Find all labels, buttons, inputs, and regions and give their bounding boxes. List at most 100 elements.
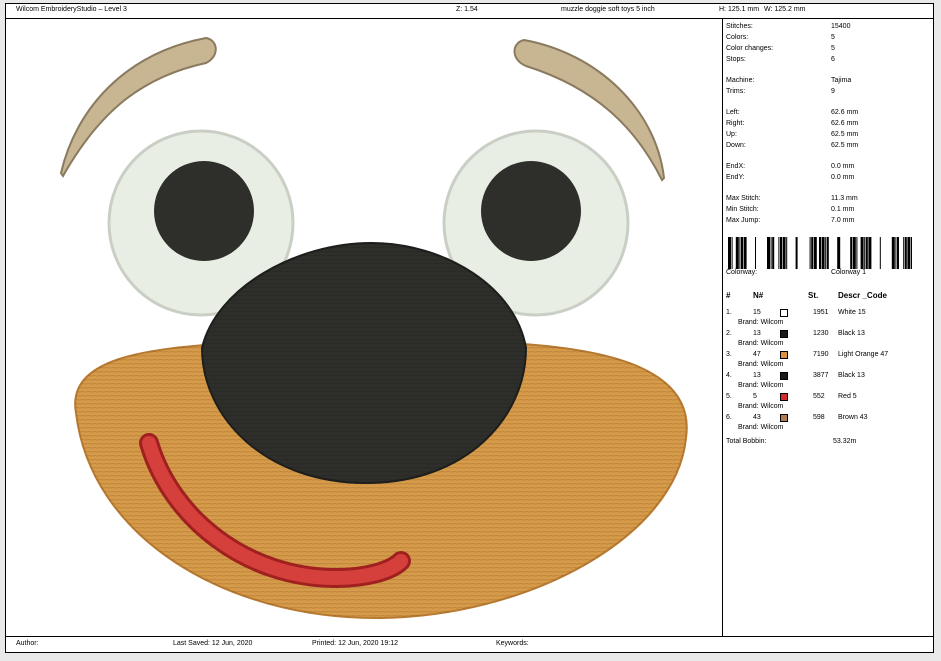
row-idx: 4.: [726, 372, 732, 379]
design-sheet: Wilcom EmbroideryStudio – Level 3 Z: 1.5…: [5, 3, 934, 653]
row-descr: White 15: [838, 309, 866, 316]
stat-label: Max Jump:: [726, 217, 761, 224]
printed-date: Printed: 12 Jun, 2020 19:12: [312, 640, 399, 647]
row-brand: Brand: Wilcom: [738, 403, 784, 410]
embroidery-design: [59, 36, 688, 620]
barcode-bar: [795, 237, 798, 269]
col-stitches: St.: [808, 291, 819, 300]
row-idx: 3.: [726, 351, 732, 358]
barcode-bar: [780, 237, 782, 269]
stat-label: Color changes:: [726, 45, 774, 52]
stat-value: 7.0 mm: [831, 217, 855, 224]
barcode-bar: [811, 237, 814, 269]
barcode-bar: [743, 237, 747, 269]
app-title: Wilcom EmbroideryStudio – Level 3: [16, 6, 127, 13]
stat-label: Stops:: [726, 56, 746, 63]
row-st: 7190: [813, 351, 829, 358]
barcode-bar: [739, 237, 741, 269]
barcode-bar: [778, 237, 780, 269]
stat-value: 9: [831, 88, 835, 95]
table-row: 6. 43 598 Brown 43 Brand: Wilcom: [723, 414, 935, 435]
zoom-level: Z: 1.54: [456, 6, 478, 13]
barcode-bar: [826, 237, 829, 269]
barcode-bar: [897, 237, 899, 269]
row-st: 3877: [813, 372, 829, 379]
barcode-bar: [891, 237, 895, 269]
stat-label: Colors:: [726, 34, 749, 41]
barcode-bar: [837, 237, 841, 269]
barcode-bar: [786, 237, 788, 269]
barcode-bar: [728, 237, 731, 269]
stat-label: Left:: [726, 109, 740, 116]
row-brand: Brand: Wilcom: [738, 340, 784, 347]
design-width: W: 125.2 mm: [764, 6, 806, 13]
barcode-bar: [868, 237, 872, 269]
row-brand: Brand: Wilcom: [738, 361, 784, 368]
stat-value: Tajima: [831, 77, 852, 84]
row-st: 598: [813, 414, 825, 421]
color-swatch: [780, 393, 788, 401]
colorway-value: Colorway 1: [831, 269, 867, 276]
footer-bar: Author: Last Saved: 12 Jun, 2020 Printed…: [6, 636, 933, 652]
stat-label: Min Stitch:: [726, 206, 759, 213]
stat-value: 0.0 mm: [831, 163, 855, 170]
row-brand: Brand: Wilcom: [738, 382, 784, 389]
stat-label: Stitches:: [726, 23, 753, 30]
barcode-bar: [735, 237, 739, 269]
stat-value: 62.6 mm: [831, 109, 859, 116]
barcode-bar: [865, 237, 868, 269]
row-st: 1951: [813, 309, 829, 316]
stat-label: Max Stitch:: [726, 195, 761, 202]
stat-value: 5: [831, 34, 835, 41]
barcode-bar: [731, 237, 733, 269]
stat-label: Right:: [726, 120, 745, 127]
barcode-bar: [755, 237, 756, 269]
table-row: 3. 47 7190 Light Orange 47 Brand: Wilcom: [723, 351, 935, 372]
stat-value: 6: [831, 56, 835, 63]
row-idx: 1.: [726, 309, 732, 316]
barcode-bar: [809, 237, 811, 269]
barcode-bar: [767, 237, 770, 269]
barcode-bar: [864, 237, 866, 269]
row-st: 552: [813, 393, 825, 400]
row-descr: Black 13: [838, 330, 865, 337]
stat-value: 5: [831, 45, 835, 52]
barcode-bar: [911, 237, 912, 269]
barcode-bar: [770, 237, 772, 269]
color-swatch: [780, 372, 788, 380]
header-bar: Wilcom EmbroideryStudio – Level 3 Z: 1.5…: [6, 4, 933, 19]
design-name: muzzle doggie soft toys 5 inch: [561, 6, 655, 13]
right-pupil: [481, 161, 581, 261]
col-number: N#: [753, 291, 764, 300]
barcode-bar: [904, 237, 907, 269]
stat-value: 62.5 mm: [831, 142, 859, 149]
stat-label: Machine:: [726, 77, 755, 84]
barcode-bar: [850, 237, 853, 269]
table-row: 5. 5 552 Red 5 Brand: Wilcom: [723, 393, 935, 414]
barcode-bar: [856, 237, 858, 269]
barcode-bar: [860, 237, 864, 269]
table-row: 1. 15 1951 White 15 Brand: Wilcom: [723, 309, 935, 330]
color-swatch: [780, 414, 788, 422]
barcode: [728, 237, 912, 269]
row-idx: 5.: [726, 393, 732, 400]
colorway-label: Colorway:: [726, 269, 758, 276]
stat-value: 11.3 mm: [831, 195, 858, 202]
barcode-bar: [825, 237, 827, 269]
color-swatch: [780, 351, 788, 359]
design-height: H: 125.1 mm: [719, 6, 760, 13]
barcode-bar: [772, 237, 775, 269]
stat-label: EndX:: [726, 163, 746, 170]
stat-value: 15400: [831, 23, 851, 30]
table-row: 4. 13 3877 Black 13 Brand: Wilcom: [723, 372, 935, 393]
row-n: 47: [753, 351, 761, 358]
row-brand: Brand: Wilcom: [738, 424, 784, 431]
stat-label: EndY:: [726, 174, 745, 181]
row-n: 13: [753, 330, 761, 337]
left-pupil: [154, 161, 254, 261]
stat-label: Trims:: [726, 88, 746, 95]
row-n: 13: [753, 372, 761, 379]
color-swatch: [780, 330, 788, 338]
barcode-bar: [782, 237, 786, 269]
row-descr: Brown 43: [838, 414, 868, 421]
